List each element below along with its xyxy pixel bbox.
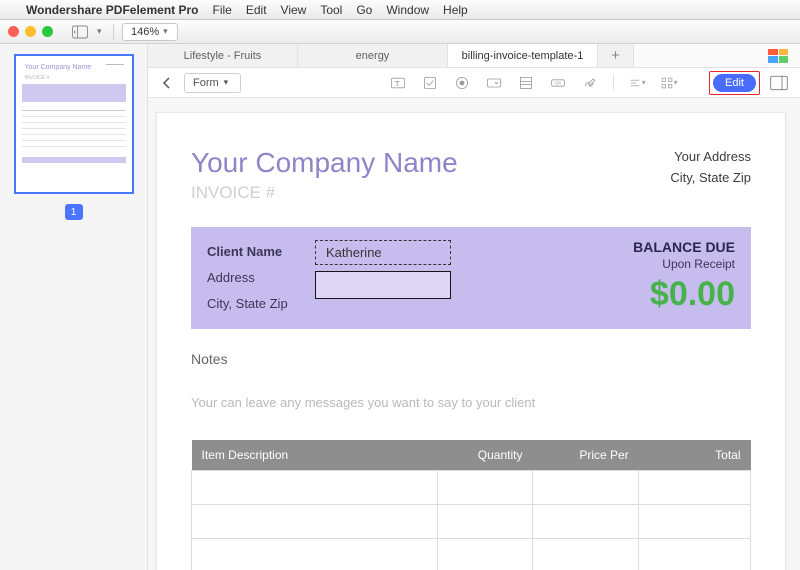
client-address-label: Address [207, 265, 315, 291]
radio-icon[interactable] [453, 74, 471, 92]
table-row[interactable] [192, 539, 751, 570]
address-line-1: Your Address [670, 147, 751, 168]
edit-button[interactable]: Edit [713, 74, 756, 92]
svg-text:OK: OK [554, 80, 562, 86]
table-row[interactable] [192, 505, 751, 539]
tab-lifestyle[interactable]: Lifestyle - Fruits [148, 44, 298, 67]
window-controls [8, 26, 53, 37]
zoom-select[interactable]: 146% ▾ [122, 23, 178, 41]
thumbnail-preview: Your Company Name INVOICE # [22, 62, 126, 186]
chevron-down-icon[interactable]: ▾ [97, 26, 105, 37]
toolbar: Form ▾ OK ▾ ▾ Edit [148, 68, 800, 98]
form-label: Form [193, 77, 219, 89]
text-field-icon[interactable] [389, 74, 407, 92]
signature-icon[interactable] [581, 74, 599, 92]
chevron-down-icon: ▾ [163, 26, 171, 37]
balance-due-sub: Upon Receipt [633, 257, 735, 271]
table-row[interactable] [192, 471, 751, 505]
maximize-icon[interactable] [42, 26, 53, 37]
chevron-down-icon: ▾ [224, 77, 232, 88]
wondershare-icon[interactable] [768, 49, 788, 63]
document-viewport[interactable]: Your Company Name INVOICE # Your Address… [148, 98, 800, 570]
menu-go[interactable]: Go [356, 3, 372, 17]
invoice-label: INVOICE # [191, 183, 458, 203]
menu-help[interactable]: Help [443, 3, 468, 17]
address-line-2: City, State Zip [670, 168, 751, 189]
back-icon[interactable] [158, 76, 176, 90]
balance-due-label: BALANCE DUE [633, 239, 735, 255]
th-total: Total [639, 440, 751, 471]
document-page: Your Company Name INVOICE # Your Address… [156, 112, 786, 570]
tab-energy[interactable]: energy [298, 44, 448, 67]
separator [113, 24, 114, 40]
edit-button-highlight: Edit [709, 71, 760, 95]
client-csz-label: City, State Zip [207, 291, 315, 317]
button-icon[interactable]: OK [549, 74, 567, 92]
checkbox-icon[interactable] [421, 74, 439, 92]
dropdown-icon[interactable] [485, 74, 503, 92]
client-name-label: Client Name [207, 239, 315, 265]
balance-amount: $0.00 [633, 275, 735, 314]
company-name: Your Company Name [191, 147, 458, 179]
client-name-field[interactable]: Katherine [315, 240, 451, 265]
form-mode-dropdown[interactable]: Form ▾ [184, 73, 241, 93]
close-icon[interactable] [8, 26, 19, 37]
app-title[interactable]: Wondershare PDFelement Pro [26, 3, 199, 17]
page-number-badge[interactable]: 1 [65, 204, 83, 220]
page-thumbnail[interactable]: Your Company Name INVOICE # [14, 54, 134, 194]
form-tool-icons: OK ▾ ▾ [389, 74, 678, 92]
menu-tool[interactable]: Tool [320, 3, 342, 17]
menu-edit[interactable]: Edit [246, 3, 267, 17]
client-address-field[interactable] [315, 271, 451, 299]
menu-file[interactable]: File [213, 3, 232, 17]
thumbnail-sidebar: Your Company Name INVOICE # 1 [0, 44, 148, 570]
window-titlebar: ▾ 146% ▾ [0, 20, 800, 44]
sidebar-toggle-icon[interactable] [69, 23, 91, 41]
align-icon[interactable]: ▾ [628, 74, 646, 92]
notes-placeholder: Your can leave any messages you want to … [191, 395, 751, 410]
line-items-table: Item Description Quantity Price Per Tota… [191, 440, 751, 570]
notes-heading: Notes [191, 351, 751, 367]
listbox-icon[interactable] [517, 74, 535, 92]
menu-window[interactable]: Window [386, 3, 429, 17]
document-tabs: Lifestyle - Fruits energy billing-invoic… [148, 44, 800, 68]
th-description: Item Description [192, 440, 438, 471]
panel-toggle-icon[interactable] [768, 74, 790, 92]
menu-view[interactable]: View [281, 3, 307, 17]
client-balance-band: Client Name Address City, State Zip Kath… [191, 227, 751, 329]
new-tab-button[interactable]: + [598, 44, 634, 67]
zoom-value: 146% [131, 26, 159, 38]
company-address: Your Address City, State Zip [670, 147, 751, 189]
th-price: Price Per [532, 440, 638, 471]
mac-menubar: Wondershare PDFelement Pro File Edit Vie… [0, 0, 800, 20]
tab-billing-invoice[interactable]: billing-invoice-template-1 [448, 44, 598, 67]
th-quantity: Quantity [437, 440, 532, 471]
minimize-icon[interactable] [25, 26, 36, 37]
more-tools-icon[interactable]: ▾ [660, 74, 678, 92]
